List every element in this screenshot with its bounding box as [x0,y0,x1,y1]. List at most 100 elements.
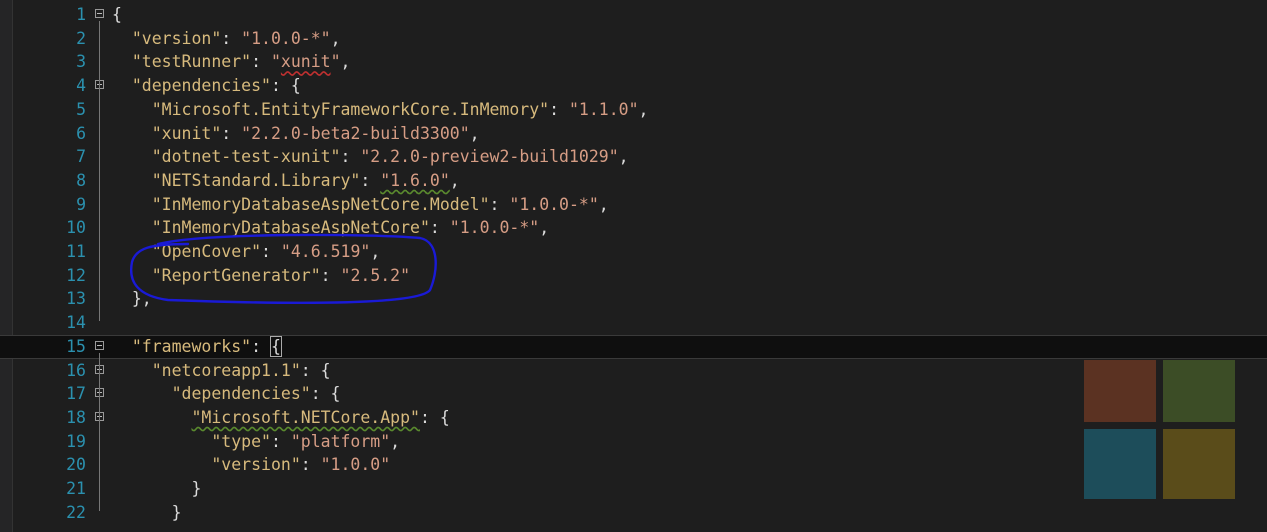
code-line[interactable]: 18 "Microsoft.NETCore.App": { [0,406,1267,430]
code-line[interactable]: 17 "dependencies": { [0,382,1267,406]
code-line[interactable]: 6 "xunit": "2.2.0-beta2-build3300", [0,122,1267,146]
code-text: "dependencies": { [112,74,301,98]
code-token: "xunit" [151,123,222,143]
code-token: " [270,52,281,72]
line-number: 11 [66,242,86,261]
code-text: "testRunner": "xunit", [112,50,351,74]
code-token: "2.2.0-beta2-build3300" [241,123,470,143]
line-number: 22 [66,502,86,522]
line-number: 20 [66,455,86,475]
code-token: , [539,218,550,238]
line-number: 17 [66,384,86,404]
code-text: "dependencies": { [112,382,341,406]
code-line[interactable]: 1{ [0,3,1267,27]
code-line[interactable]: 16 "netcoreapp1.1": { [0,359,1267,383]
code-token: : { [419,407,450,427]
code-token: : [489,194,510,214]
code-line[interactable]: 3 "testRunner": "xunit", [0,50,1267,74]
code-line[interactable]: 2 "version": "1.0.0-*", [0,27,1267,51]
code-token: "1.0.0-*" [241,28,331,48]
code-token: "InMemoryDatabaseAspNetCore.Model" [151,194,490,214]
collapse-toggle-icon[interactable] [95,340,104,350]
code-text: "type": "platform", [112,430,400,454]
code-token: , [330,28,341,48]
code-line[interactable]: 9 "InMemoryDatabaseAspNetCore.Model": "1… [0,193,1267,217]
line-number: 14 [66,313,86,333]
code-token: "2.2.0-preview2-build1029" [360,147,619,167]
code-text: "dotnet-test-xunit": "2.2.0-preview2-bui… [112,145,629,169]
code-token: "dotnet-test-xunit" [151,147,341,167]
code-line[interactable]: 14 [0,311,1267,335]
code-text: "version": "1.0.0" [112,453,390,477]
code-token: : [360,170,381,190]
code-text: } [112,501,182,525]
code-token: : [251,336,271,356]
code-text: "xunit": "2.2.0-beta2-build3300", [112,122,480,146]
line-number: 7 [76,147,86,167]
code-token: "1.0.0" [320,455,391,475]
code-token: , [340,52,351,72]
code-token: "NETStandard.Library" [151,170,361,190]
code-token: } [112,479,202,498]
code-line[interactable]: 20 "version": "1.0.0" [0,453,1267,477]
line-number: 21 [66,479,86,498]
code-token: { [112,5,122,24]
code-token: : { [300,360,331,380]
code-token: { [269,335,282,357]
code-text: { [112,3,122,27]
code-token: "1.1.0" [568,99,639,119]
code-line[interactable]: 7 "dotnet-test-xunit": "2.2.0-preview2-b… [0,145,1267,169]
code-token: , [469,123,480,143]
line-number: 3 [76,52,86,72]
code-token: "platform" [290,431,391,451]
line-number: 12 [66,265,86,285]
code-text: "Microsoft.NETCore.App": { [112,406,450,430]
code-token: : { [310,384,341,404]
line-number: 19 [66,431,86,451]
code-token: "Microsoft.EntityFrameworkCore.InMemory" [151,99,550,119]
line-number: 1 [76,5,86,24]
code-token: : [549,99,569,119]
code-token: , [618,147,629,167]
line-number: 16 [66,360,86,380]
line-number: 2 [76,28,86,48]
annotation-ellipse [129,233,437,305]
line-number: 15 [66,336,86,356]
code-line[interactable]: 19 "type": "platform", [0,430,1267,454]
line-number: 10 [66,218,86,238]
collapse-toggle-icon[interactable] [95,9,104,18]
code-token: "testRunner" [131,52,252,72]
code-line[interactable]: 5 "Microsoft.EntityFrameworkCore.InMemor… [0,98,1267,122]
line-number: 9 [76,194,86,214]
code-text: "NETStandard.Library": "1.6.0", [112,169,460,193]
line-number: 4 [76,76,86,96]
code-editor[interactable]: 1{2 "version": "1.0.0-*", 3 "testRunner":… [0,0,1267,532]
code-token: "1.6.0" [380,170,450,190]
code-text: "InMemoryDatabaseAspNetCore.Model": "1.0… [112,193,609,217]
logo-tile-yellow [1163,429,1235,499]
outline-guide [99,423,100,487]
code-line[interactable]: 8 "NETStandard.Library": "1.6.0", [0,169,1267,193]
code-token: "dependencies" [131,76,271,96]
code-token: : [270,431,291,451]
code-token: xunit [280,52,331,72]
code-token: : [340,147,361,167]
code-token: "1.0.0-*" [449,218,540,238]
code-line[interactable]: 4 "dependencies": { [0,74,1267,98]
outline-guide [99,92,100,298]
code-line[interactable]: 21 } [0,477,1267,501]
code-line[interactable]: 22 } [0,501,1267,525]
code-token: "dependencies" [171,384,311,404]
code-line[interactable]: 15 "frameworks": { [0,334,1267,359]
